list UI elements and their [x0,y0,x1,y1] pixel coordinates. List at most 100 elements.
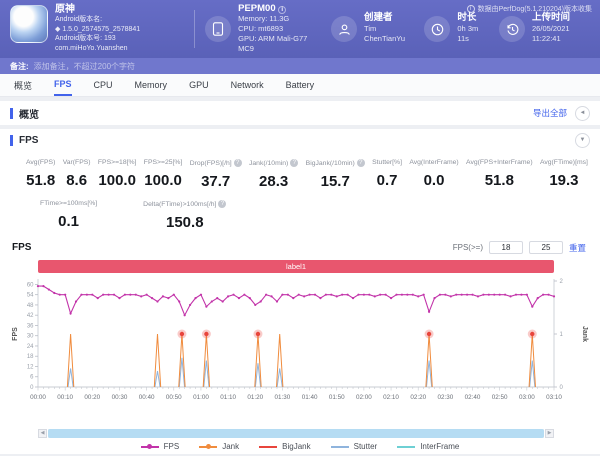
creator-value: Tim ChenTianYu [364,24,410,45]
svg-text:03:10: 03:10 [546,394,562,401]
svg-text:01:00: 01:00 [193,394,209,401]
svg-text:36: 36 [27,323,34,329]
tab-fps[interactable]: FPS [54,74,72,96]
app-icon [10,5,48,43]
upload-time-info: 上传时间 26/05/2021 11:22:41 [499,13,590,45]
svg-text:18: 18 [27,354,34,360]
svg-text:00:40: 00:40 [139,394,155,401]
legend-fps[interactable]: FPS [141,442,180,451]
info-icon: i [467,5,475,13]
legend-interframe[interactable]: InterFrame [397,442,459,451]
svg-text:02:00: 02:00 [356,394,372,401]
chart-scrollbar: ◀ ▶ [38,429,554,438]
chart-title: FPS [12,242,31,253]
history-clock-icon [499,16,525,42]
svg-text:42: 42 [27,313,34,319]
note-placeholder: 添加备注，不超过200个字符 [34,61,135,72]
tab-memory[interactable]: Memory [135,74,168,96]
scroll-right-icon[interactable]: ▶ [545,429,554,438]
tab-battery[interactable]: Battery [286,74,315,96]
stat-ftime-ge100: FTime>=100ms[%] 0.1 [40,200,97,231]
header-divider [194,10,195,48]
scrollbar-track[interactable] [48,429,544,438]
person-icon [331,16,357,42]
fps-threshold-input-2[interactable] [529,241,563,254]
stat-stutter: Stutter[%] 0.7 [372,159,402,190]
upload-value: 26/05/2021 11:22:41 [532,24,590,45]
upload-label: 上传时间 [532,13,590,24]
info-icon[interactable]: ? [218,200,226,208]
chart-controls: FPS FPS(>=) 重置 [0,231,600,256]
svg-text:00:10: 00:10 [57,394,73,401]
svg-text:54: 54 [27,293,34,299]
svg-text:03:00: 03:00 [519,394,535,401]
fps-section-title: FPS [19,135,38,146]
svg-text:02:30: 02:30 [437,394,453,401]
chart-label-band[interactable]: label1 [38,260,554,273]
stat-avg-interframe: Avg(InterFrame) 0.0 [409,159,458,190]
tab-cpu[interactable]: CPU [94,74,113,96]
overview-section-header: 概览 导出全部 ◄ [0,101,600,125]
collapse-left-icon[interactable]: ◄ [575,106,590,121]
svg-text:24: 24 [27,344,34,350]
device-info-icon[interactable]: i [278,6,286,14]
export-all-link[interactable]: 导出全部 [533,107,567,119]
stat-var-fps: Var(FPS) 8.6 [63,159,91,190]
device-memory: Memory: 11.3G [238,14,313,24]
stat-fps-ge18: FPS>=18[%] 100.0 [98,159,137,190]
tab-gpu[interactable]: GPU [189,74,209,96]
svg-text:48: 48 [27,303,34,309]
svg-text:00:20: 00:20 [84,394,100,401]
duration-value: 0h 3m 11s [457,24,485,45]
svg-text:0: 0 [560,385,564,391]
info-icon[interactable]: ? [234,159,242,167]
svg-text:2: 2 [560,279,564,285]
legend-bigjank[interactable]: BigJank [259,442,310,451]
app-info: 原神 Android版本名: ◆ 1.5.0_2574575_2578841 A… [10,5,194,54]
fps-line-chart: 0612182430364248546001200:0000:1000:2000… [8,275,592,423]
info-icon[interactable]: ? [357,159,365,167]
stat-delta-ftime: Delta(FTime)>100ms[/h]? 150.8 [143,200,226,231]
app-version-name-label: Android版本名: [55,15,140,25]
svg-text:12: 12 [27,364,34,370]
svg-text:60: 60 [27,282,34,288]
svg-text:FPS: FPS [12,327,19,341]
legend-stutter[interactable]: Stutter [331,442,378,451]
stat-avg-ftime: Avg(FTime)[ms] 19.3 [540,159,588,190]
svg-text:01:20: 01:20 [247,394,263,401]
device-info: PEPM00 i Memory: 11.3G CPU: mt6893 GPU: … [205,4,313,54]
fps-section-header: FPS ▼ [0,129,600,151]
device-name-row: PEPM00 i [238,4,313,14]
reset-button[interactable]: 重置 [569,242,586,254]
svg-text:02:10: 02:10 [383,394,399,401]
collapse-down-icon[interactable]: ▼ [575,133,590,148]
stat-jank: Jank(/10min)? 28.3 [249,159,298,190]
scrollbar-thumb[interactable] [48,429,544,438]
tab-network[interactable]: Network [231,74,264,96]
app-name: 原神 [55,5,140,15]
info-icon[interactable]: ? [290,159,298,167]
duration-info: 时长 0h 3m 11s [424,13,485,45]
app-package: com.miHoYo.Yuanshen [55,44,140,54]
svg-text:0: 0 [30,385,34,391]
svg-text:00:00: 00:00 [30,394,46,401]
collector-note-text: 数据由PerfDog(5.1.210204)版本收集 [478,4,592,14]
stat-avg-fps: Avg(FPS) 51.8 [26,159,55,190]
stat-fps-ge25: FPS>=25[%] 100.0 [144,159,183,190]
svg-text:02:40: 02:40 [465,394,481,401]
fps-threshold-label: FPS(>=) [453,243,483,252]
legend-jank[interactable]: Jank [199,442,239,451]
tab-overview[interactable]: 概览 [14,74,32,96]
report-header: i 数据由PerfDog(5.1.210204)版本收集 原神 Android版… [0,0,600,58]
svg-text:6: 6 [30,375,34,381]
scroll-left-icon[interactable]: ◀ [38,429,47,438]
fps-chart-area: label1 0612182430364248546001200:0000:10… [0,256,600,428]
svg-text:02:50: 02:50 [492,394,508,401]
svg-text:01:40: 01:40 [302,394,318,401]
app-version-name: ◆ 1.5.0_2574575_2578841 [55,25,140,35]
duration-label: 时长 [457,13,485,24]
stat-drop-fps: Drop(FPS)[/h]? 37.7 [190,159,242,190]
note-bar[interactable]: 备注: 添加备注，不超过200个字符 [0,58,600,74]
note-label: 备注: [10,61,29,72]
fps-threshold-input-1[interactable] [489,241,523,254]
